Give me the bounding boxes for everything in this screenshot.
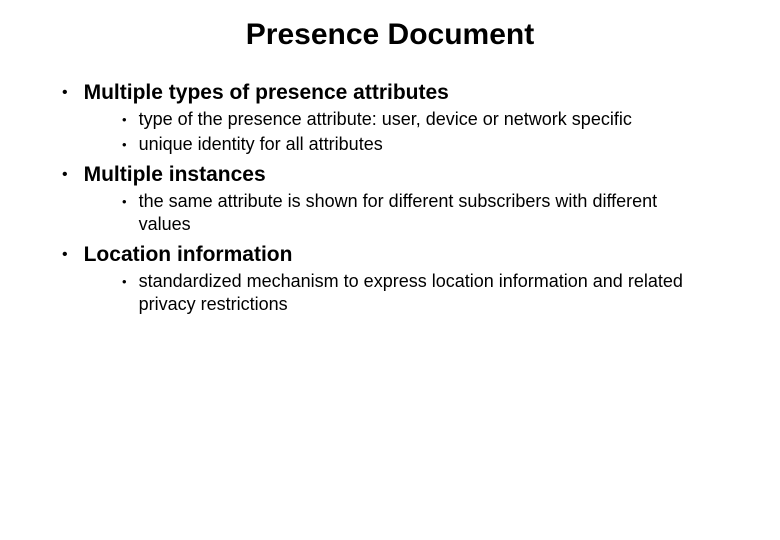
list-item: • Multiple types of presence attributes — [62, 80, 740, 106]
list-item: • the same attribute is shown for differ… — [122, 190, 740, 236]
list-item-label: unique identity for all attributes — [139, 133, 383, 156]
list-item-label: type of the presence attribute: user, de… — [139, 108, 632, 131]
list-item-label: Multiple instances — [84, 162, 266, 188]
list-item-label: Location information — [84, 242, 293, 268]
bullet-icon: • — [122, 270, 127, 293]
list-item-label: the same attribute is shown for differen… — [139, 190, 699, 236]
list-item-label: Multiple types of presence attributes — [84, 80, 449, 106]
list-item-label: standardized mechanism to express locati… — [139, 270, 699, 316]
list-item: • Location information — [62, 242, 740, 268]
sub-list: • type of the presence attribute: user, … — [62, 108, 740, 156]
bullet-icon: • — [122, 133, 127, 156]
sub-list: • standardized mechanism to express loca… — [62, 270, 740, 316]
list-item: • type of the presence attribute: user, … — [122, 108, 740, 131]
bullet-icon: • — [122, 108, 127, 131]
bullet-icon: • — [62, 162, 68, 188]
content-area: • Multiple types of presence attributes … — [0, 80, 780, 316]
sub-list: • the same attribute is shown for differ… — [62, 190, 740, 236]
list-item: • standardized mechanism to express loca… — [122, 270, 740, 316]
list-item: • unique identity for all attributes — [122, 133, 740, 156]
bullet-icon: • — [62, 242, 68, 268]
bullet-icon: • — [62, 80, 68, 106]
list-item: • Multiple instances — [62, 162, 740, 188]
bullet-icon: • — [122, 190, 127, 213]
page-title: Presence Document — [0, 18, 780, 52]
